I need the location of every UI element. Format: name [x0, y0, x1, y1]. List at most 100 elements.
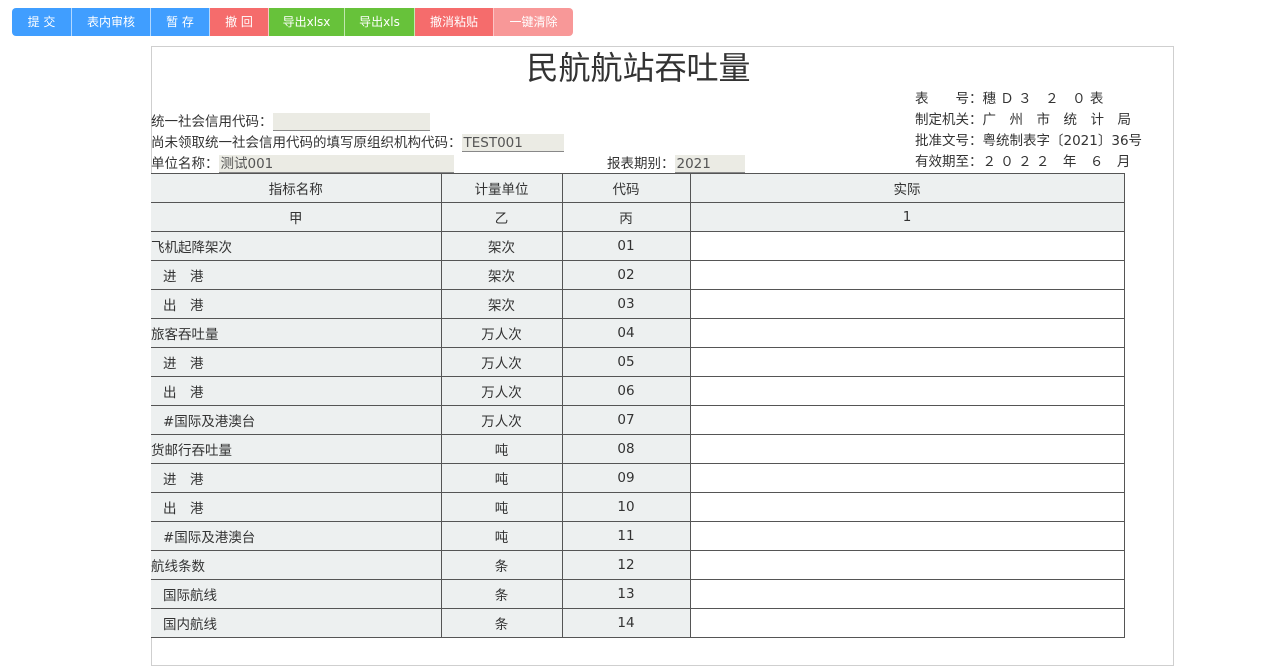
row-indicator-name: 进 港 — [151, 347, 442, 377]
unit-name-input[interactable]: 测试001 — [218, 155, 454, 173]
row-code: 12 — [561, 550, 691, 580]
row-actual-input[interactable] — [689, 318, 1125, 348]
subheader-1: 1 — [689, 202, 1125, 232]
row-actual-input[interactable] — [689, 550, 1125, 580]
valid-until: 有效期至：２ ０ ２ ２ 年 ６ 月 — [915, 154, 1131, 170]
credit-code-input[interactable] — [272, 113, 430, 131]
page-title: 民航航站吞吐量 — [526, 49, 751, 87]
row-unit: 架次 — [440, 289, 563, 319]
row-unit: 条 — [440, 579, 563, 609]
unit-name-label: 单位名称： — [151, 156, 219, 172]
row-actual-input[interactable] — [689, 608, 1125, 638]
row-actual-input[interactable] — [689, 405, 1125, 435]
row-indicator-name: #国际及港澳台 — [151, 521, 442, 551]
row-code: 04 — [561, 318, 691, 348]
in-table-audit-button[interactable]: 表内审核 — [72, 8, 151, 36]
row-unit: 条 — [440, 608, 563, 638]
table-row: 出 港吨 10 — [151, 492, 1125, 522]
row-unit: 吨 — [440, 463, 563, 493]
row-code: 01 — [561, 231, 691, 261]
row-code: 03 — [561, 289, 691, 319]
subheader-row: 甲 乙 丙 1 — [151, 202, 1125, 232]
org-code-label: 尚未领取统一社会信用代码的填写原组织机构代码： — [151, 135, 462, 151]
table-row: 国际航线条 13 — [151, 579, 1125, 609]
period-input[interactable]: 2021 — [674, 155, 745, 173]
row-actual-input[interactable] — [689, 492, 1125, 522]
subheader-jia: 甲 — [151, 202, 442, 232]
header-row: 指标名称 计量单位 代码 实际 — [151, 173, 1125, 203]
table-row: 国内航线条 14 — [151, 608, 1125, 638]
row-unit: 吨 — [440, 492, 563, 522]
row-unit: 吨 — [440, 521, 563, 551]
period-label: 报表期别： — [607, 156, 675, 172]
row-indicator-name: 飞机起降架次 — [151, 231, 442, 261]
row-code: 02 — [561, 260, 691, 290]
row-indicator-name: 进 港 — [151, 260, 442, 290]
row-code: 11 — [561, 521, 691, 551]
withdraw-button[interactable]: 撤 回 — [210, 8, 269, 36]
row-unit: 万人次 — [440, 318, 563, 348]
row-code: 07 — [561, 405, 691, 435]
row-actual-input[interactable] — [689, 579, 1125, 609]
submit-button[interactable]: 提 交 — [12, 8, 72, 36]
row-actual-input[interactable] — [689, 521, 1125, 551]
export-xls-button[interactable]: 导出xls — [345, 8, 415, 36]
row-code: 05 — [561, 347, 691, 377]
row-indicator-name: 进 港 — [151, 463, 442, 493]
row-actual-input[interactable] — [689, 347, 1125, 377]
form-number: 表 号：穗 Ｄ ３ ２ ０ 表 — [915, 91, 1104, 107]
row-indicator-name: 出 港 — [151, 376, 442, 406]
undo-paste-button[interactable]: 撤消粘贴 — [415, 8, 494, 36]
save-draft-button[interactable]: 暂 存 — [151, 8, 210, 36]
table-row: 出 港万人次 06 — [151, 376, 1125, 406]
table-row: 出 港架次 03 — [151, 289, 1125, 319]
row-indicator-name: 货邮行吞吐量 — [151, 434, 442, 464]
row-actual-input[interactable] — [689, 289, 1125, 319]
row-actual-input[interactable] — [689, 231, 1125, 261]
toolbar: 提 交 表内审核 暂 存 撤 回 导出xlsx 导出xls 撤消粘贴 一键清除 — [12, 8, 573, 36]
row-indicator-name: 航线条数 — [151, 550, 442, 580]
table-row: #国际及港澳台 万人次 07 — [151, 405, 1125, 435]
row-indicator-name: #国际及港澳台 — [151, 405, 442, 435]
row-indicator-name: 出 港 — [151, 289, 442, 319]
row-code: 08 — [561, 434, 691, 464]
authority: 制定机关：广 州 市 统 计 局 — [915, 112, 1131, 128]
export-xlsx-button[interactable]: 导出xlsx — [269, 8, 345, 36]
header-indicator-name: 指标名称 — [151, 173, 442, 203]
row-actual-input[interactable] — [689, 260, 1125, 290]
row-unit: 架次 — [440, 231, 563, 261]
header-code: 代码 — [561, 173, 691, 203]
table-row: 进 港架次 02 — [151, 260, 1125, 290]
row-indicator-name: 出 港 — [151, 492, 442, 522]
header-unit: 计量单位 — [440, 173, 563, 203]
period-row: 报表期别： 2021 — [607, 152, 745, 173]
table-row: 进 港万人次 05 — [151, 347, 1125, 377]
org-code-input[interactable]: TEST001 — [461, 134, 564, 152]
row-indicator-name: 国内航线 — [151, 608, 442, 638]
row-actual-input[interactable] — [689, 376, 1125, 406]
approval-number: 批准文号：粤统制表字〔2021〕36号 — [915, 133, 1143, 149]
table-row: 货邮行吞吐量吨 08 — [151, 434, 1125, 464]
credit-code-row: 统一社会信用代码： — [151, 110, 430, 131]
row-unit: 吨 — [440, 434, 563, 464]
row-unit: 万人次 — [440, 376, 563, 406]
row-indicator-name: 旅客吞吐量 — [151, 318, 442, 348]
row-code: 14 — [561, 608, 691, 638]
subheader-yi: 乙 — [440, 202, 563, 232]
row-actual-input[interactable] — [689, 434, 1125, 464]
table-row: 航线条数条 12 — [151, 550, 1125, 580]
row-code: 06 — [561, 376, 691, 406]
credit-code-label: 统一社会信用代码： — [151, 114, 273, 130]
header-actual: 实际 — [689, 173, 1125, 203]
table-row: 飞机起降架次 架次 01 — [151, 231, 1125, 261]
table-row: #国际及港澳台吨 11 — [151, 521, 1125, 551]
row-actual-input[interactable] — [689, 463, 1125, 493]
table-row: 进 港吨 09 — [151, 463, 1125, 493]
table-row: 旅客吞吐量 万人次 04 — [151, 318, 1125, 348]
row-indicator-name: 国际航线 — [151, 579, 442, 609]
clear-all-button[interactable]: 一键清除 — [494, 8, 573, 36]
row-unit: 万人次 — [440, 405, 563, 435]
org-code-row: 尚未领取统一社会信用代码的填写原组织机构代码： TEST001 — [151, 131, 564, 152]
row-code: 13 — [561, 579, 691, 609]
row-code: 09 — [561, 463, 691, 493]
